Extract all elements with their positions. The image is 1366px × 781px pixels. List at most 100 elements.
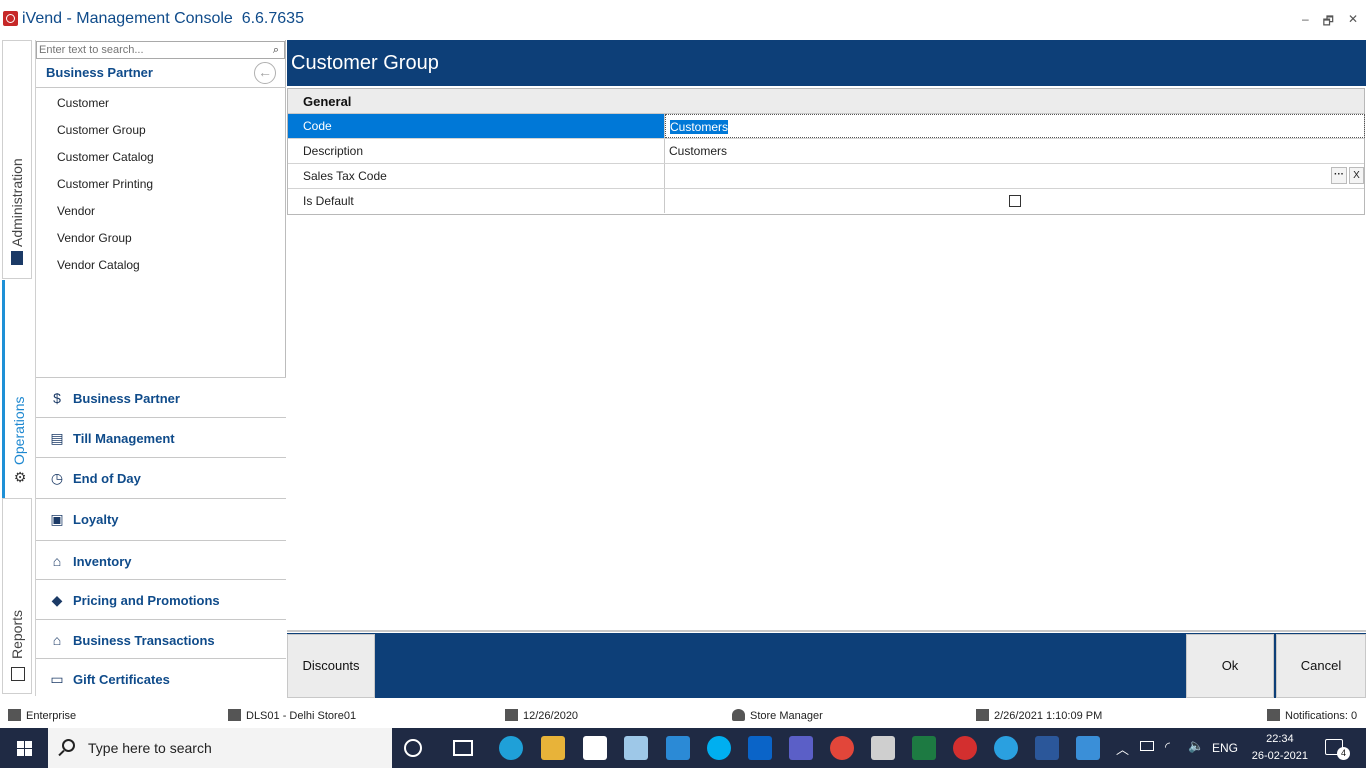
vertical-tab-strip: Administration Operations ⚙ Reports (0, 40, 36, 696)
property-row-code[interactable]: Code Customers (288, 114, 1365, 139)
word-icon[interactable] (1035, 736, 1059, 760)
group-inventory[interactable]: ⌂ Inventory (36, 540, 286, 579)
ivend-icon[interactable] (953, 736, 977, 760)
restore-button[interactable]: 🗗 (1323, 12, 1334, 33)
back-arrow-icon[interactable]: ← (254, 62, 276, 84)
page-header: Customer Group (287, 40, 1366, 86)
group-business-transactions[interactable]: ⌂ Business Transactions (36, 619, 286, 658)
teams-icon[interactable] (789, 736, 813, 760)
tab-operations-label: Operations (11, 396, 27, 465)
notification-count-badge: 4 (1337, 747, 1350, 760)
edge-icon[interactable] (499, 736, 523, 760)
notifications-text: Notifications: 0 (1285, 710, 1358, 722)
description-field[interactable]: Customers (665, 139, 1365, 163)
till-icon: ▤ (50, 430, 64, 446)
edition-text: Enterprise (26, 710, 77, 722)
search-input[interactable] (37, 42, 267, 58)
nav-item-customer-printing[interactable]: Customer Printing (57, 177, 153, 191)
property-row-is-default[interactable]: Is Default (288, 189, 1364, 214)
group-label: Inventory (73, 554, 132, 569)
app-logo-icon (3, 11, 18, 26)
cancel-button[interactable]: Cancel (1276, 634, 1366, 698)
clock-date: 26-02-2021 (1251, 750, 1308, 762)
language-indicator[interactable]: ENG (1212, 741, 1238, 781)
role-text: Store Manager (750, 710, 823, 722)
cortana-icon[interactable] (404, 739, 422, 757)
app-title: iVend - Management Console (22, 10, 233, 27)
taskbar-search[interactable]: Type here to search (48, 728, 392, 768)
group-label: Business Partner (73, 391, 180, 406)
property-category: General (288, 89, 1364, 114)
nav-item-customer-catalog[interactable]: Customer Catalog (57, 150, 154, 164)
nav-search: ⌕ (36, 41, 285, 59)
battery-icon[interactable] (1140, 741, 1154, 751)
volume-icon[interactable]: 🔈 (1188, 738, 1204, 778)
property-row-sales-tax-code[interactable]: Sales Tax Code ··· X (288, 164, 1364, 189)
nav-item-vendor[interactable]: Vendor (57, 204, 95, 218)
ok-button[interactable]: Ok (1186, 634, 1274, 698)
notifications-icon[interactable]: 4 (1325, 739, 1350, 760)
taskbar: Type here to search ︿ ◜ 🔈 ENG 22:34 26-0… (0, 728, 1366, 768)
sales-tax-code-field[interactable]: ··· X (665, 164, 1365, 188)
tab-operations[interactable]: Operations ⚙ (2, 280, 32, 498)
skype-icon[interactable] (707, 736, 731, 760)
is-default-checkbox[interactable] (1009, 195, 1021, 207)
nav-item-vendor-catalog[interactable]: Vendor Catalog (57, 258, 140, 272)
status-store: DLS01 - Delhi Store01 (228, 709, 356, 722)
group-loyalty[interactable]: ▣ Loyalty (36, 498, 286, 540)
outlook-icon[interactable] (748, 736, 772, 760)
status-bar: Enterprise DLS01 - Delhi Store01 12/26/2… (0, 706, 1366, 728)
file-explorer-icon[interactable] (541, 736, 565, 760)
nav-item-customer-group[interactable]: Customer Group (57, 123, 146, 137)
page-title: Customer Group (291, 52, 439, 74)
excel-icon[interactable] (912, 736, 936, 760)
tab-reports[interactable]: Reports (2, 498, 32, 694)
notes-app-icon[interactable] (624, 736, 648, 760)
minimize-button[interactable]: – (1302, 12, 1309, 33)
tools-icon[interactable] (871, 736, 895, 760)
chevron-up-icon[interactable]: ︿ (1116, 739, 1129, 779)
windows-start-icon[interactable] (0, 728, 48, 768)
store-text: DLS01 - Delhi Store01 (246, 710, 357, 722)
group-end-of-day[interactable]: ◷ End of Day (36, 457, 286, 498)
task-view-icon[interactable] (453, 740, 473, 756)
app-version: 6.6.7635 (241, 10, 304, 27)
search-icon (62, 739, 75, 752)
discounts-button[interactable]: Discounts (287, 634, 375, 698)
bell-icon (1267, 709, 1280, 721)
chrome-icon[interactable] (830, 736, 854, 760)
group-label: Loyalty (73, 512, 119, 527)
group-pricing-and-promotions[interactable]: ◆ Pricing and Promotions (36, 579, 286, 619)
title-bar: iVend - Management Console 6.6.7635 – 🗗 … (0, 0, 1366, 40)
warehouse-icon: ⌂ (52, 553, 62, 569)
search-icon[interactable]: ⌕ (269, 43, 283, 57)
store-app-icon[interactable] (583, 736, 607, 760)
property-row-description[interactable]: Description Customers (288, 139, 1364, 164)
status-notifications[interactable]: Notifications: 0 (1267, 709, 1357, 722)
photos-icon[interactable] (1076, 736, 1100, 760)
nav-item-customer[interactable]: Customer (57, 96, 109, 110)
gear-icon: ⚙ (13, 469, 27, 485)
wifi-icon[interactable]: ◜ (1165, 739, 1170, 779)
group-label: Business Transactions (73, 633, 215, 648)
is-default-field (665, 189, 1365, 213)
group-till-management[interactable]: ▤ Till Management (36, 417, 286, 457)
nav-item-vendor-group[interactable]: Vendor Group (57, 231, 132, 245)
group-business-partner[interactable]: $ Business Partner (36, 377, 286, 417)
health-app-icon[interactable] (994, 736, 1018, 760)
browse-button[interactable]: ··· (1331, 167, 1347, 184)
status-login-time: 2/26/2021 1:10:09 PM (976, 709, 1102, 722)
clear-button[interactable]: X (1349, 167, 1364, 184)
key-icon (976, 709, 989, 721)
property-name: Sales Tax Code (288, 164, 665, 188)
taskbar-clock[interactable]: 22:34 26-02-2021 (1252, 731, 1308, 765)
tab-reports-label: Reports (9, 609, 25, 659)
business-partner-icon: $ (53, 390, 61, 406)
business-date-text: 12/26/2020 (523, 710, 579, 722)
mail-icon[interactable] (666, 736, 690, 760)
close-button[interactable]: ✕ (1348, 12, 1358, 33)
code-field[interactable]: Customers (665, 114, 1365, 138)
tab-administration-label: Administration (9, 158, 25, 247)
tab-administration[interactable]: Administration (2, 40, 32, 279)
group-gift-certificates[interactable]: ▭ Gift Certificates (36, 658, 286, 698)
